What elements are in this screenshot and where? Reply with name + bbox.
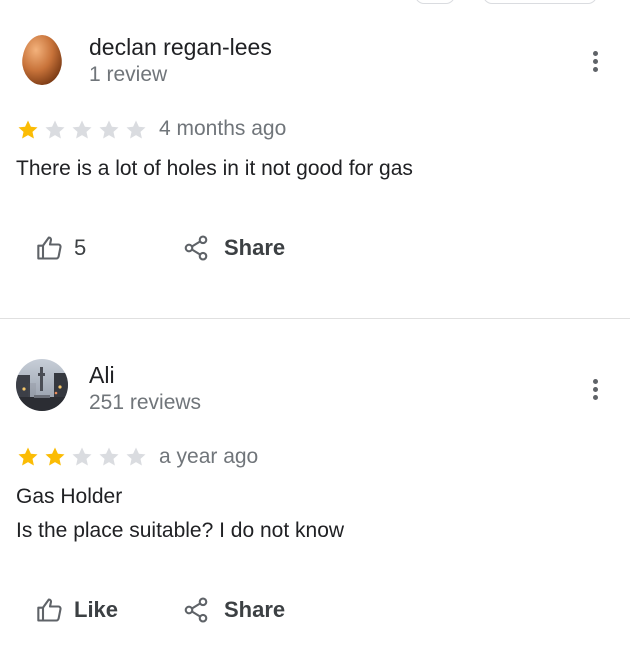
thumbs-up-icon [37,598,62,622]
like-button[interactable]: Like [36,596,118,624]
review-time: 4 months ago [159,117,287,140]
reviewer-name[interactable]: Ali [89,362,115,389]
chip-partial-left[interactable] [415,0,455,4]
review-text-line: There is a lot of holes in it not good f… [16,157,413,180]
like-count: 5 [74,235,87,260]
share-button[interactable]: Share [182,234,285,262]
star-empty-icon [72,120,92,139]
share-label: Share [224,235,286,260]
chip-partial-right[interactable] [483,0,597,4]
star-rating [16,445,148,469]
star-empty-icon [99,447,119,466]
reviewer-review-count: 1 review [89,63,168,86]
share-icon [184,597,208,623]
share-icon [184,235,208,261]
reviewer-review-count: 251 reviews [89,391,202,414]
star-empty-icon [126,447,146,466]
city-street-avatar[interactable] [16,359,68,411]
star-filled-icon [18,120,38,139]
star-empty-icon [126,120,146,139]
star-filled-icon [18,447,38,466]
like-button[interactable]: 5 [36,234,86,262]
like-label: Like [74,597,119,622]
review-time: a year ago [159,445,259,468]
star-rating [16,118,148,142]
review-text-line: Is the place suitable? I do not know [16,519,345,542]
more-options-icon[interactable] [582,374,608,404]
review-text-line: Gas Holder [16,485,123,508]
more-options-icon[interactable] [582,46,608,76]
star-filled-icon [45,447,65,466]
divider [0,318,630,319]
star-empty-icon [72,447,92,466]
star-empty-icon [99,120,119,139]
reviewer-name[interactable]: declan regan-lees [89,34,272,61]
egg-avatar[interactable] [22,35,62,85]
share-label: Share [224,597,286,622]
thumbs-up-icon [37,236,62,260]
share-button[interactable]: Share [182,596,285,624]
star-empty-icon [45,120,65,139]
